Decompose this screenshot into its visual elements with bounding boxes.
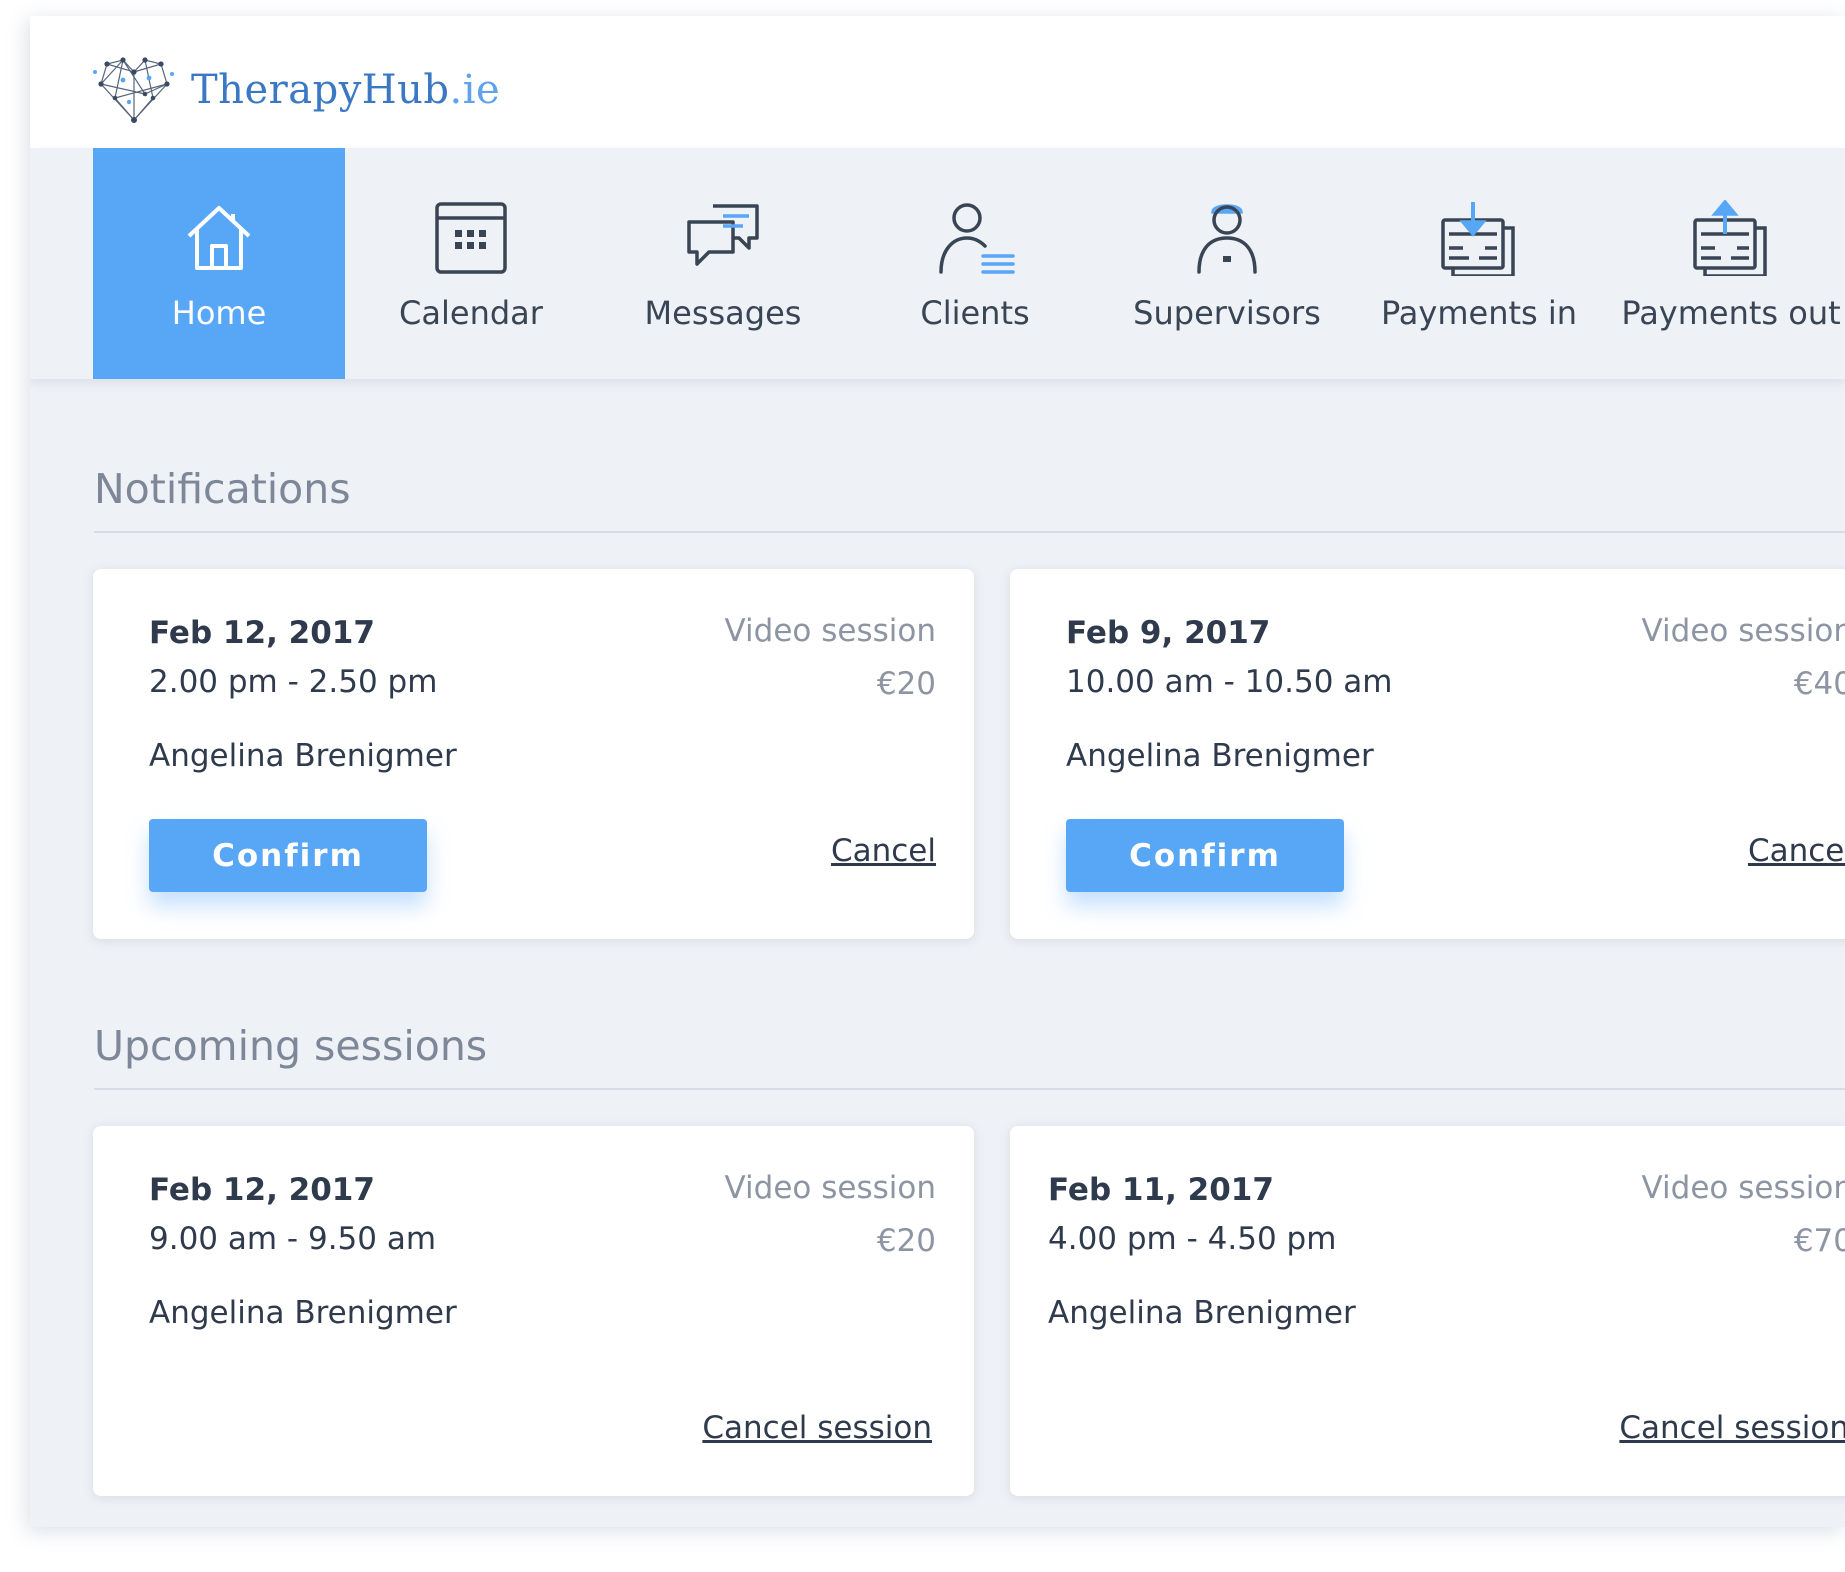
nav-label-payments-out: Payments out bbox=[1621, 294, 1841, 332]
session-type: Video session bbox=[724, 1170, 936, 1206]
app-window: TherapyHub.ie Home Calendar Messages Cli… bbox=[30, 16, 1845, 1527]
session-type: Video session bbox=[724, 613, 936, 649]
session-date: Feb 12, 2017 bbox=[149, 1172, 375, 1208]
nav-label-payments-in: Payments in bbox=[1380, 294, 1578, 332]
calendar-icon bbox=[429, 196, 513, 280]
notifications-divider bbox=[94, 531, 1845, 533]
client-name: Angelina Brenigmer bbox=[1048, 1295, 1356, 1331]
nav-label-calendar: Calendar bbox=[399, 294, 543, 332]
brand-name-domain: .ie bbox=[449, 67, 501, 113]
main-content: Notifications Feb 12, 2017 2.00 pm - 2.5… bbox=[30, 379, 1845, 1527]
nav-item-payments-in[interactable]: Payments in bbox=[1353, 148, 1605, 379]
notification-card: Feb 9, 2017 10.00 am - 10.50 am Angelina… bbox=[1010, 569, 1845, 939]
clients-icon bbox=[933, 196, 1017, 280]
session-type: Video session bbox=[1641, 1170, 1845, 1206]
session-date: Feb 9, 2017 bbox=[1066, 615, 1271, 651]
payments-in-icon bbox=[1437, 196, 1521, 280]
nav-item-payments-out[interactable]: Payments out bbox=[1605, 148, 1845, 379]
nav-label-clients: Clients bbox=[920, 294, 1030, 332]
session-date: Feb 11, 2017 bbox=[1048, 1172, 1274, 1208]
confirm-button[interactable]: Confirm bbox=[149, 819, 427, 892]
session-price: €20 bbox=[876, 666, 936, 702]
nav-label-home: Home bbox=[171, 294, 267, 332]
messages-icon bbox=[681, 196, 765, 280]
session-price: €20 bbox=[876, 1223, 936, 1259]
upcoming-sessions-title: Upcoming sessions bbox=[94, 1022, 488, 1070]
nav-item-calendar[interactable]: Calendar bbox=[345, 148, 597, 379]
brand-name: TherapyHub.ie bbox=[191, 67, 500, 113]
session-card: Feb 11, 2017 4.00 pm - 4.50 pm Angelina … bbox=[1010, 1126, 1845, 1496]
brand-logo[interactable]: TherapyHub.ie bbox=[93, 54, 500, 126]
session-price: €40 bbox=[1793, 666, 1845, 702]
notifications-title: Notifications bbox=[94, 465, 351, 513]
nav-item-clients[interactable]: Clients bbox=[849, 148, 1101, 379]
nav-item-messages[interactable]: Messages bbox=[597, 148, 849, 379]
brand-name-main: TherapyHub bbox=[191, 67, 450, 113]
header: TherapyHub.ie bbox=[30, 16, 1845, 148]
cancel-link[interactable]: Cancel bbox=[1748, 833, 1845, 869]
cancel-link[interactable]: Cancel bbox=[831, 833, 936, 869]
client-name: Angelina Brenigmer bbox=[149, 738, 457, 774]
session-time: 2.00 pm - 2.50 pm bbox=[149, 664, 438, 700]
heart-network-logo-icon bbox=[93, 57, 174, 123]
session-time: 9.00 am - 9.50 am bbox=[149, 1221, 437, 1257]
cancel-session-link[interactable]: Cancel session bbox=[1619, 1410, 1845, 1446]
nav-label-supervisors: Supervisors bbox=[1133, 294, 1321, 332]
session-time: 4.00 pm - 4.50 pm bbox=[1048, 1221, 1337, 1257]
session-time: 10.00 am - 10.50 am bbox=[1066, 664, 1393, 700]
nav-item-home[interactable]: Home bbox=[93, 148, 345, 379]
home-icon bbox=[177, 196, 261, 280]
payments-out-icon bbox=[1689, 196, 1773, 280]
session-date: Feb 12, 2017 bbox=[149, 615, 375, 651]
session-type: Video session bbox=[1641, 613, 1845, 649]
supervisor-icon bbox=[1185, 196, 1269, 280]
nav-item-supervisors[interactable]: Supervisors bbox=[1101, 148, 1353, 379]
cancel-session-link[interactable]: Cancel session bbox=[702, 1410, 932, 1446]
client-name: Angelina Brenigmer bbox=[149, 1295, 457, 1331]
notification-card: Feb 12, 2017 2.00 pm - 2.50 pm Angelina … bbox=[93, 569, 974, 939]
session-price: €70 bbox=[1793, 1223, 1845, 1259]
nav-label-messages: Messages bbox=[644, 294, 802, 332]
client-name: Angelina Brenigmer bbox=[1066, 738, 1374, 774]
main-nav: Home Calendar Messages Clients Superviso… bbox=[30, 148, 1845, 379]
upcoming-divider bbox=[94, 1088, 1845, 1090]
confirm-button[interactable]: Confirm bbox=[1066, 819, 1344, 892]
session-card: Feb 12, 2017 9.00 am - 9.50 am Angelina … bbox=[93, 1126, 974, 1496]
